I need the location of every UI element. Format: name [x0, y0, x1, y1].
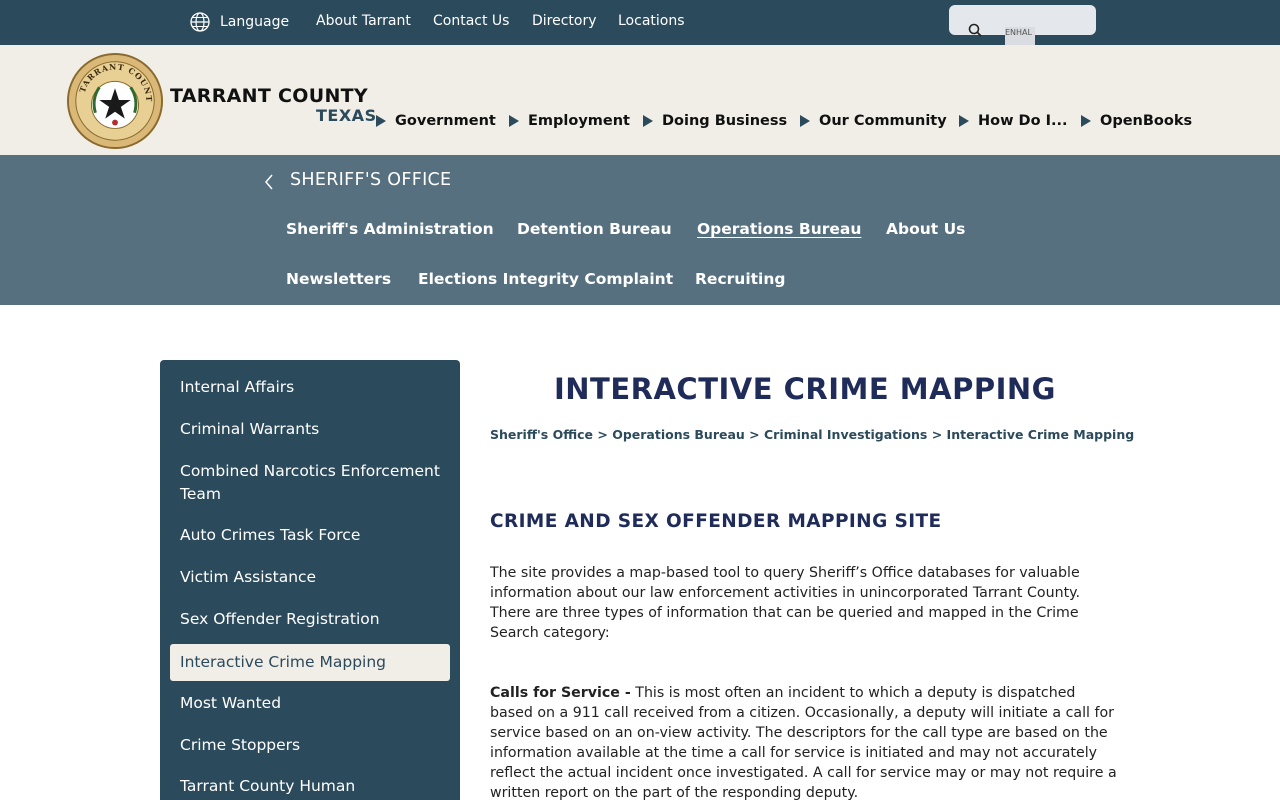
triangle-right-icon [959, 115, 969, 127]
sidebar-item-auto-crimes[interactable]: Auto Crimes Task Force [180, 524, 440, 547]
nav-label: Our Community [819, 113, 947, 129]
calls-for-service-paragraph: Calls for Service - This is most often a… [490, 683, 1122, 800]
triangle-right-icon [376, 115, 386, 127]
county-seal-logo[interactable]: TARRANT COUNTY TEXAS [66, 52, 164, 150]
subnav-elections-integrity-complaint[interactable]: Elections Integrity Complaint [418, 270, 673, 288]
subnav-newsletters[interactable]: Newsletters [286, 270, 391, 288]
search-icon[interactable] [968, 23, 982, 37]
sidebar-item-victim-assistance[interactable]: Victim Assistance [180, 566, 440, 589]
nav-government[interactable]: Government [376, 113, 496, 129]
nav-openbooks[interactable]: OpenBooks [1081, 113, 1192, 129]
chevron-left-icon[interactable] [263, 172, 275, 192]
breadcrumb-sheriffs-office[interactable]: Sheriff's Office [490, 427, 593, 442]
subnav-recruiting[interactable]: Recruiting [695, 270, 785, 288]
sidebar-menu: Internal Affairs Criminal Warrants Combi… [160, 360, 460, 800]
sidebar-item-internal-affairs[interactable]: Internal Affairs [180, 376, 440, 399]
breadcrumb-criminal-investigations[interactable]: Criminal Investigations [764, 427, 927, 442]
sidebar-item-crime-stoppers[interactable]: Crime Stoppers [180, 734, 440, 757]
subnav-sheriffs-administration[interactable]: Sheriff's Administration [286, 220, 494, 238]
search-input[interactable]: ENHAL [949, 5, 1096, 45]
sidebar-item-criminal-warrants[interactable]: Criminal Warrants [180, 418, 440, 441]
calls-for-service-text: This is most often an incident to which … [490, 685, 1117, 800]
language-label: Language [220, 14, 290, 30]
section-heading: CRIME AND SEX OFFENDER MAPPING SITE [490, 511, 942, 532]
nav-employment[interactable]: Employment [509, 113, 630, 129]
triangle-right-icon [800, 115, 810, 127]
nav-how-do-i[interactable]: How Do I... [959, 113, 1068, 129]
sidebar-item-combined-narcotics[interactable]: Combined Narcotics Enforcement Team [180, 460, 440, 506]
triangle-right-icon [643, 115, 653, 127]
calls-for-service-label: Calls for Service - [490, 685, 631, 701]
locations-link[interactable]: Locations [618, 13, 685, 29]
nav-label: Employment [528, 113, 630, 129]
section-title[interactable]: SHERIFF'S OFFICE [290, 170, 451, 190]
subnav-about-us[interactable]: About Us [886, 220, 965, 238]
subnav-detention-bureau[interactable]: Detention Bureau [517, 220, 672, 238]
nav-our-community[interactable]: Our Community [800, 113, 947, 129]
language-selector[interactable]: Language [190, 12, 289, 32]
subnav-operations-bureau[interactable]: Operations Bureau [697, 220, 861, 238]
directory-link[interactable]: Directory [532, 13, 597, 29]
nav-label: Government [395, 113, 496, 129]
nav-label: OpenBooks [1100, 113, 1193, 129]
nav-label: Doing Business [662, 113, 788, 129]
sidebar-item-sex-offender-registration[interactable]: Sex Offender Registration [180, 608, 440, 631]
utility-bar: Language About Tarrant Contact Us Direct… [0, 0, 1280, 45]
sidebar-item-human-trafficking[interactable]: Tarrant County Human [180, 775, 440, 798]
breadcrumb-separator: > [931, 427, 947, 442]
triangle-right-icon [1081, 115, 1091, 127]
page-title: INTERACTIVE CRIME MAPPING [554, 372, 1056, 406]
breadcrumb-separator: > [597, 427, 613, 442]
breadcrumb: Sheriff's Office > Operations Bureau > C… [490, 427, 1134, 442]
brand-state: TEXAS [316, 106, 377, 125]
sidebar-item-most-wanted[interactable]: Most Wanted [180, 692, 440, 715]
breadcrumb-operations-bureau[interactable]: Operations Bureau [612, 427, 745, 442]
contact-us-link[interactable]: Contact Us [433, 13, 509, 29]
nav-label: How Do I... [978, 113, 1068, 129]
nav-doing-business[interactable]: Doing Business [643, 113, 787, 129]
intro-paragraph: The site provides a map-based tool to qu… [490, 565, 1081, 641]
triangle-right-icon [509, 115, 519, 127]
sidebar-item-interactive-crime-mapping[interactable]: Interactive Crime Mapping [170, 644, 450, 681]
brand-name[interactable]: TARRANT COUNTY [170, 85, 368, 107]
globe-icon [190, 12, 210, 32]
about-tarrant-link[interactable]: About Tarrant [316, 13, 411, 29]
breadcrumb-current: Interactive Crime Mapping [946, 427, 1135, 442]
search-enhance-label: ENHAL [1005, 27, 1035, 45]
breadcrumb-separator: > [749, 427, 764, 442]
